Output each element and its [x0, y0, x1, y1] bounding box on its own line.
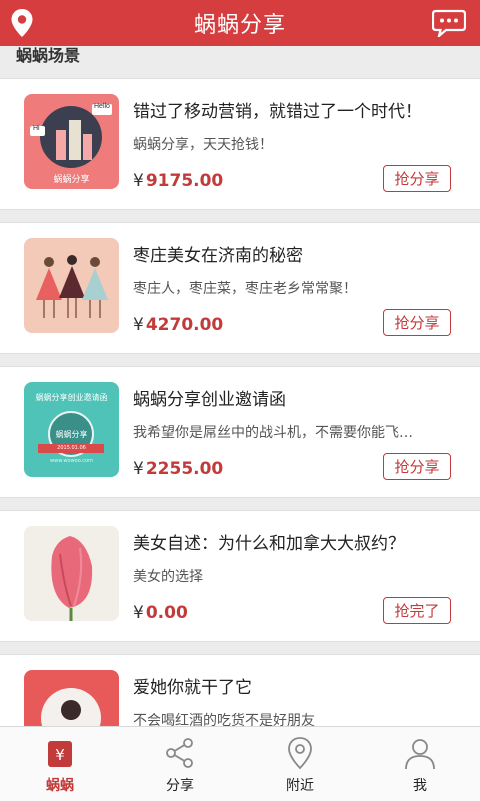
item-subtitle: 枣庄人，枣庄菜，枣庄老乡常常聚！ — [133, 281, 357, 297]
tab-label: 蜗蜗 — [46, 778, 74, 794]
price-value: 0.00 — [145, 603, 188, 623]
item-thumbnail: 蜗蜗分享创业邀请函 蜗蜗分享 2015.01.06 www.wowoo.com — [24, 382, 119, 477]
item-price: ¥0.00 — [133, 603, 188, 623]
wallet-icon: ¥ — [48, 741, 72, 767]
tab-me[interactable]: 我 — [360, 727, 480, 801]
thumb-bubble-hi: Hi — [33, 125, 40, 132]
item-subtitle: 不会喝红酒的吃货不是好朋友 — [133, 713, 315, 726]
currency-symbol: ¥ — [133, 603, 144, 623]
tab-label: 附近 — [286, 778, 314, 794]
item-price: ¥4270.00 — [133, 315, 223, 335]
section-title: 蜗蜗场景 — [16, 46, 81, 65]
sold-out-button[interactable]: 抢完了 — [383, 597, 451, 624]
list-item[interactable]: 枣庄美女在济南的秘密 枣庄人，枣庄菜，枣庄老乡常常聚！ ¥4270.00 抢分享 — [0, 222, 480, 354]
item-thumbnail — [24, 526, 119, 621]
bottom-tab-bar: ¥ 蜗蜗 分享 附近 我 — [0, 726, 480, 801]
app-header: 蜗蜗分享 — [0, 0, 480, 46]
tab-nearby[interactable]: 附近 — [240, 727, 360, 801]
grab-share-button[interactable]: 抢分享 — [383, 309, 451, 336]
item-title: 美女自述：为什么和加拿大大叔约？ — [133, 534, 405, 554]
content-list[interactable]: 蜗蜗场景 Hello Hi 蜗蜗分享 错过了移动营销，就错过了一个时代！ 蜗蜗分… — [0, 46, 480, 726]
item-price: ¥9175.00 — [133, 171, 223, 191]
tab-share[interactable]: 分享 — [120, 727, 240, 801]
tab-wowo[interactable]: ¥ 蜗蜗 — [0, 727, 120, 801]
page-title: 蜗蜗分享 — [193, 13, 286, 38]
share-icon — [166, 738, 193, 768]
tab-label: 分享 — [166, 778, 194, 794]
location-pin-icon[interactable] — [10, 8, 34, 38]
item-subtitle: 美女的选择 — [133, 569, 203, 585]
item-title: 错过了移动营销，就错过了一个时代！ — [133, 102, 422, 122]
item-price: ¥2255.00 — [133, 459, 223, 479]
user-icon — [405, 739, 435, 770]
thumb-caption: 蜗蜗分享 — [53, 175, 90, 185]
price-value: 9175.00 — [145, 171, 224, 191]
chat-bubble-icon[interactable] — [432, 9, 466, 37]
item-title: 枣庄美女在济南的秘密 — [133, 246, 303, 266]
grab-share-button[interactable]: 抢分享 — [383, 453, 451, 480]
grab-share-button[interactable]: 抢分享 — [383, 165, 451, 192]
thumb-url: www.wowoo.com — [50, 458, 93, 464]
price-value: 4270.00 — [145, 315, 224, 335]
item-subtitle: 我希望你是屌丝中的战斗机，不需要你能飞… — [133, 425, 413, 441]
thumb-caption: 蜗蜗分享创业邀请函 — [35, 393, 108, 402]
price-value: 2255.00 — [145, 459, 224, 479]
thumb-date: 2015.01.06 — [57, 445, 86, 451]
list-item[interactable]: 美女自述：为什么和加拿大大叔约？ 美女的选择 ¥0.00 抢完了 — [0, 510, 480, 642]
list-item[interactable]: 蜗蜗分享创业邀请函 蜗蜗分享 2015.01.06 www.wowoo.com … — [0, 366, 480, 498]
svg-text:¥: ¥ — [55, 746, 65, 764]
list-item[interactable]: 爱她你就干了它 不会喝红酒的吃货不是好朋友 — [0, 654, 480, 726]
item-title: 蜗蜗分享创业邀请函 — [133, 390, 286, 410]
currency-symbol: ¥ — [133, 459, 144, 479]
currency-symbol: ¥ — [133, 171, 144, 191]
tab-label: 我 — [413, 778, 427, 794]
item-thumbnail: Hello Hi 蜗蜗分享 — [24, 94, 119, 189]
thumb-badge: 蜗蜗分享 — [55, 430, 88, 439]
list-item[interactable]: Hello Hi 蜗蜗分享 错过了移动营销，就错过了一个时代！ 蜗蜗分享，天天抢… — [0, 78, 480, 210]
item-thumbnail — [24, 238, 119, 333]
item-thumbnail — [24, 670, 119, 726]
currency-symbol: ¥ — [133, 315, 144, 335]
location-icon — [288, 737, 312, 770]
item-title: 爱她你就干了它 — [133, 678, 252, 698]
thumb-bubble-hello: Hello — [94, 103, 110, 110]
item-subtitle: 蜗蜗分享，天天抢钱！ — [133, 137, 273, 153]
